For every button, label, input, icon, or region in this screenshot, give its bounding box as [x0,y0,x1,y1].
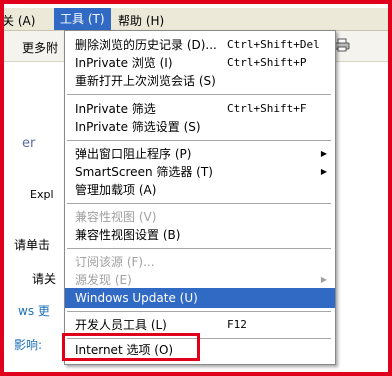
menu-item-shortcut: Ctrl+Shift+Del [227,38,320,51]
page-text-er: er [22,136,36,151]
menu-separator [67,94,331,95]
printer-icon[interactable] [334,38,350,52]
menu-item-compat-view: 兼容性视图 (V) [65,207,335,227]
page-text-expl: Expl [30,188,54,201]
menu-item-label: 弹出窗口阻止程序 (P) [75,147,192,161]
menu-fragment-left[interactable]: 关 (A) [2,12,35,29]
menu-item-label: InPrivate 筛选设置 (S) [75,120,201,134]
submenu-arrow-icon: ▶ [320,167,327,176]
page-text-ws[interactable]: ws 更 [18,302,50,319]
page-text-please-close: 请关 [32,272,57,286]
menu-item-label: InPrivate 浏览 (I) [75,56,173,70]
menu-item-compat-view-settings[interactable]: 兼容性视图设置 (B) [65,225,335,245]
menu-separator [67,140,331,141]
menu-item-delete-history[interactable]: 删除浏览的历史记录 (D)... Ctrl+Shift+Del [65,35,335,55]
menu-item-label: 开发人员工具 (L) [75,318,167,332]
submenu-arrow-icon: ▶ [320,275,327,284]
menu-item-inprivate-filter-settings[interactable]: InPrivate 筛选设置 (S) [65,117,335,137]
menu-item-label: 兼容性视图设置 (B) [75,228,181,242]
menu-item-label: InPrivate 筛选 [75,102,156,116]
menu-separator [67,248,331,249]
menu-item-shortcut: F12 [227,318,247,331]
toolbar-fragment[interactable]: 更多附 [22,39,58,56]
menu-separator [67,203,331,204]
menu-item-inprivate-browsing[interactable]: InPrivate 浏览 (I) Ctrl+Shift+P [65,53,335,73]
menu-item-inprivate-filter[interactable]: InPrivate 筛选 Ctrl+Shift+F [65,99,335,119]
menu-item-label: 订阅该源 (F)... [75,255,155,269]
menu-item-windows-update[interactable]: Windows Update (U) [65,288,335,308]
menu-item-smartscreen-filter[interactable]: SmartScreen 筛选器 (T) ▶ [65,162,335,182]
menu-item-label: 源发现 (E) [75,273,132,287]
menu-item-popup-blocker[interactable]: 弹出窗口阻止程序 (P) ▶ [65,144,335,164]
menu-item-subscribe-feed: 订阅该源 (F)... [65,252,335,272]
menu-separator [67,311,331,312]
page-text-please-click: 请单击 [14,238,51,252]
menu-item-feed-discovery: 源发现 (E) ▶ [65,270,335,290]
menu-help[interactable]: 帮助 (H) [118,12,164,29]
menu-item-label: 兼容性视图 (V) [75,210,157,224]
menu-item-label: Windows Update (U) [75,291,198,305]
menu-item-label: SmartScreen 筛选器 (T) [75,165,213,179]
menu-item-developer-tools[interactable]: 开发人员工具 (L) F12 [65,315,335,335]
menu-item-shortcut: Ctrl+Shift+P [227,56,307,69]
menu-item-label: 管理加载项 (A) [75,183,157,197]
menu-item-manage-addons[interactable]: 管理加载项 (A) [65,180,335,200]
menu-item-label: 重新打开上次浏览会话 (S) [75,74,216,88]
tools-dropdown-menu: 删除浏览的历史记录 (D)... Ctrl+Shift+Del InPrivat… [64,30,336,365]
menu-item-label: 删除浏览的历史记录 (D)... [75,38,217,52]
menu-item-shortcut: Ctrl+Shift+F [227,102,307,115]
internet-options-highlight [62,333,200,361]
menu-bar: 关 (A) 工具 (T) 帮助 (H) [0,8,392,31]
menu-item-reopen-session[interactable]: 重新打开上次浏览会话 (S) [65,71,335,91]
menu-tools[interactable]: 工具 (T) [54,8,111,30]
page-text-impact[interactable]: 影响: [14,336,42,353]
submenu-arrow-icon: ▶ [320,149,327,158]
